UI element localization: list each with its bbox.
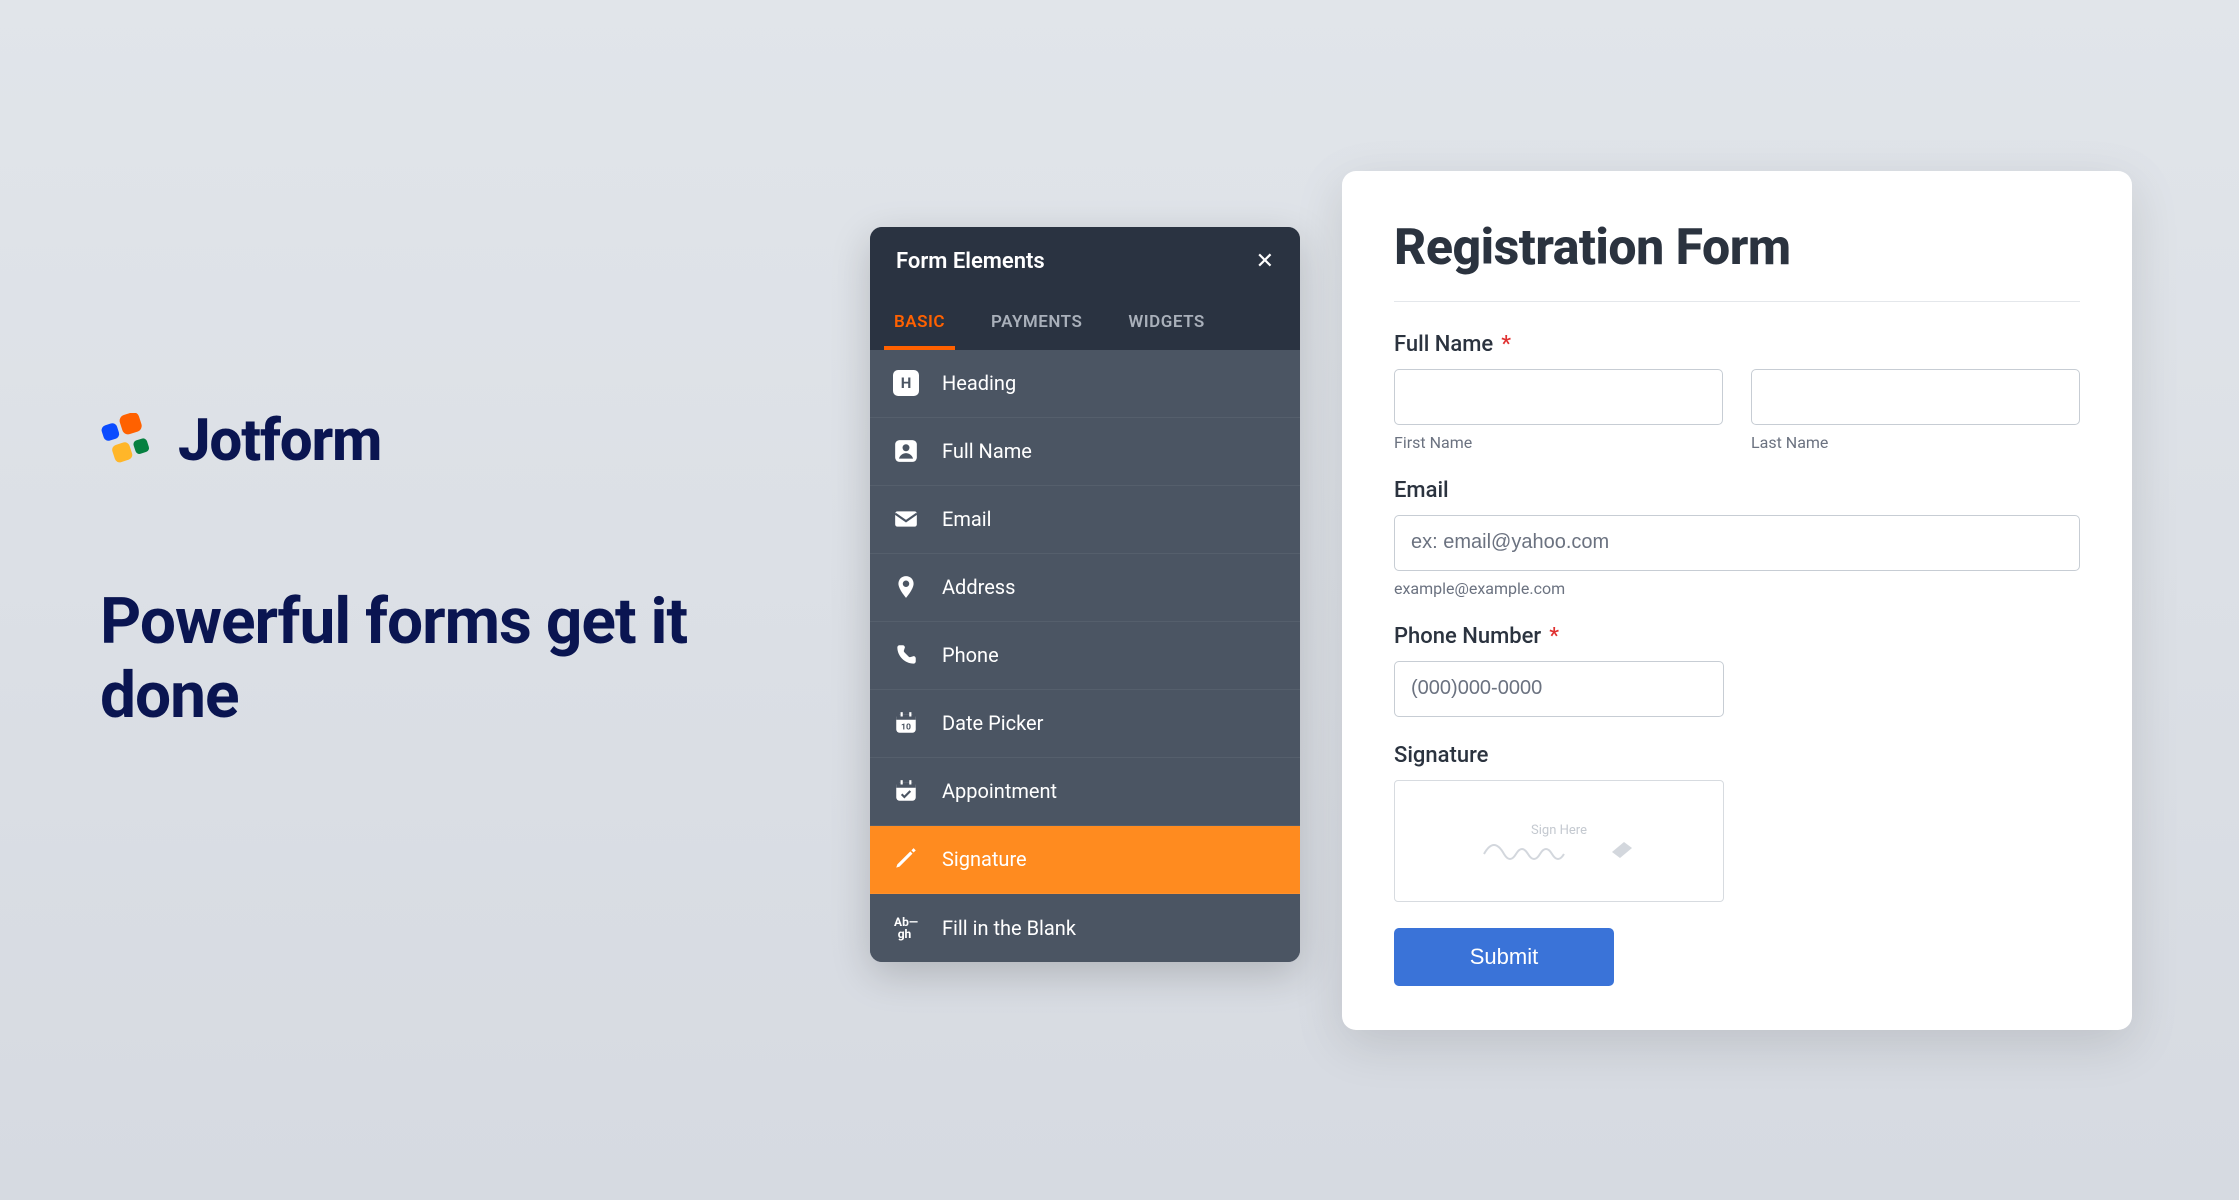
email-input[interactable] bbox=[1394, 515, 2080, 571]
element-label: Fill in the Blank bbox=[942, 916, 1076, 940]
svg-text:10: 10 bbox=[901, 723, 911, 733]
first-name-input[interactable] bbox=[1394, 369, 1723, 425]
element-full-name[interactable]: Full Name bbox=[870, 418, 1300, 486]
phone-icon bbox=[870, 642, 942, 668]
email-helper: example@example.com bbox=[1394, 579, 2080, 598]
sign-here-text: Sign Here bbox=[1531, 823, 1587, 838]
element-signature[interactable]: Signature bbox=[870, 826, 1300, 894]
elements-list: H Heading Full Name Email Address bbox=[870, 350, 1300, 962]
element-phone[interactable]: Phone bbox=[870, 622, 1300, 690]
element-label: Address bbox=[942, 575, 1015, 599]
field-label: Full Name * bbox=[1394, 332, 2080, 357]
phone-input[interactable] bbox=[1394, 661, 1724, 717]
jotform-logo-icon bbox=[100, 413, 156, 469]
required-asterisk: * bbox=[1501, 332, 1511, 357]
panel-tabs: BASIC PAYMENTS WIDGETS bbox=[870, 296, 1300, 350]
last-name-sublabel: Last Name bbox=[1751, 433, 2080, 452]
pin-icon bbox=[870, 574, 942, 600]
field-email: Email example@example.com bbox=[1394, 478, 2080, 598]
element-label: Full Name bbox=[942, 439, 1032, 463]
form-preview: Registration Form Full Name * First Name… bbox=[1342, 171, 2132, 1030]
panel-header: Form Elements ✕ bbox=[870, 227, 1300, 296]
field-full-name: Full Name * First Name Last Name bbox=[1394, 332, 2080, 452]
element-fill-blank[interactable]: Ab—gh Fill in the Blank bbox=[870, 894, 1300, 962]
label-text: Signature bbox=[1394, 743, 1488, 768]
heading-icon: H bbox=[870, 370, 942, 396]
tab-widgets[interactable]: WIDGETS bbox=[1118, 296, 1214, 350]
tab-payments[interactable]: PAYMENTS bbox=[981, 296, 1092, 350]
brand-name: Jotform bbox=[178, 407, 381, 475]
submit-button[interactable]: Submit bbox=[1394, 928, 1614, 986]
label-text: Phone Number bbox=[1394, 624, 1541, 649]
pen-icon bbox=[870, 846, 942, 872]
element-label: Appointment bbox=[942, 779, 1057, 803]
element-appointment[interactable]: Appointment bbox=[870, 758, 1300, 826]
divider bbox=[1394, 301, 2080, 302]
marketing-block: Jotform Powerful forms get it done bbox=[100, 407, 780, 732]
element-email[interactable]: Email bbox=[870, 486, 1300, 554]
calendar-check-icon bbox=[870, 778, 942, 804]
headline: Powerful forms get it done bbox=[100, 585, 780, 732]
label-text: Email bbox=[1394, 478, 1449, 503]
first-name-sublabel: First Name bbox=[1394, 433, 1723, 452]
element-heading[interactable]: H Heading bbox=[870, 350, 1300, 418]
element-label: Signature bbox=[942, 847, 1027, 871]
calendar-date-icon: 10 bbox=[870, 710, 942, 736]
field-phone: Phone Number * bbox=[1394, 624, 2080, 717]
form-elements-panel: Form Elements ✕ BASIC PAYMENTS WIDGETS H… bbox=[870, 227, 1300, 962]
element-label: Phone bbox=[942, 643, 999, 667]
logo: Jotform bbox=[100, 407, 780, 475]
panel-title: Form Elements bbox=[896, 249, 1045, 274]
last-name-input[interactable] bbox=[1751, 369, 2080, 425]
form-title: Registration Form bbox=[1394, 219, 2080, 277]
label-text: Full Name bbox=[1394, 332, 1493, 357]
field-signature: Signature Sign Here bbox=[1394, 743, 2080, 902]
tab-basic[interactable]: BASIC bbox=[884, 296, 955, 350]
close-icon[interactable]: ✕ bbox=[1256, 249, 1274, 274]
person-icon bbox=[870, 438, 942, 464]
envelope-icon bbox=[870, 506, 942, 532]
element-label: Heading bbox=[942, 371, 1016, 395]
field-label: Signature bbox=[1394, 743, 2080, 768]
element-label: Date Picker bbox=[942, 711, 1043, 735]
element-label: Email bbox=[942, 507, 992, 531]
required-asterisk: * bbox=[1549, 624, 1559, 649]
signature-pad[interactable]: Sign Here bbox=[1394, 780, 1724, 902]
element-address[interactable]: Address bbox=[870, 554, 1300, 622]
fill-blank-icon: Ab—gh bbox=[870, 915, 942, 941]
element-date-picker[interactable]: 10 Date Picker bbox=[870, 690, 1300, 758]
field-label: Phone Number * bbox=[1394, 624, 2080, 649]
field-label: Email bbox=[1394, 478, 2080, 503]
